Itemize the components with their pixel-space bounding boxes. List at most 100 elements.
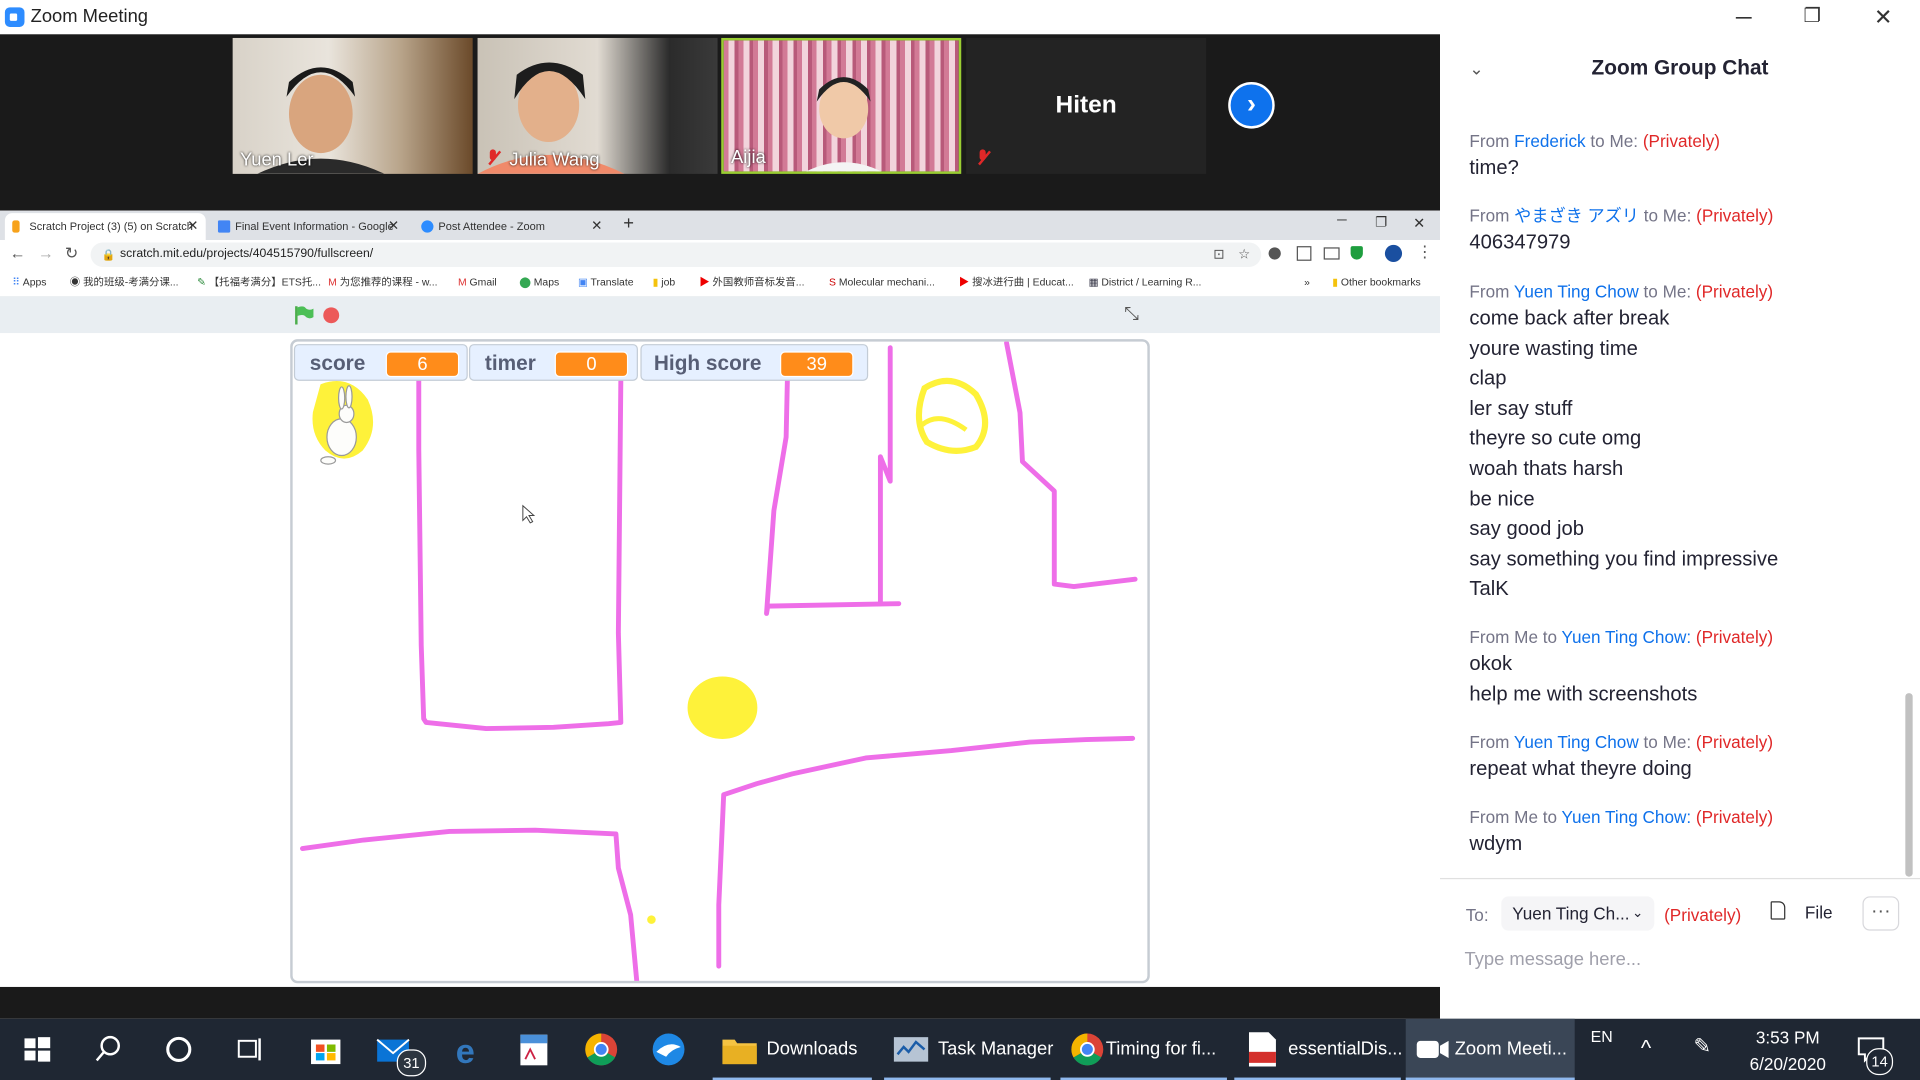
recipient-name[interactable]: Yuen Ting Chow: — [1562, 627, 1692, 647]
bookmark-item[interactable]: ✎ 【托福考满分】ETS托... — [197, 269, 321, 293]
district-icon: ▦ — [1088, 275, 1099, 288]
bird-app-icon[interactable] — [647, 1027, 691, 1071]
tab-close-icon[interactable]: ✕ — [591, 213, 602, 240]
extension-icon[interactable] — [1268, 247, 1281, 260]
back-arrow-icon[interactable]: ← — [10, 244, 26, 262]
video-tile-1[interactable]: Yuen Ler — [232, 37, 473, 174]
notifications-icon[interactable]: 14 — [1856, 1036, 1894, 1076]
extension-icon[interactable] — [1296, 246, 1312, 261]
mail-icon[interactable]: 31 — [372, 1027, 427, 1077]
tab-close-icon[interactable]: ✕ — [187, 213, 198, 240]
sender-name[interactable]: Yuen Ting Chow — [1514, 732, 1639, 752]
bookmark-label: 外国教师音标发音... — [712, 275, 805, 288]
stop-sign-icon[interactable] — [323, 307, 340, 324]
taskbar-app-chrome[interactable]: Timing for fi... — [1060, 1019, 1227, 1080]
zoom-favicon-icon — [421, 220, 434, 233]
sender-name[interactable]: Frederick — [1514, 131, 1585, 151]
message-line: ler say stuff — [1469, 397, 1573, 420]
browser-restore-icon[interactable]: ❐ — [1375, 214, 1387, 231]
file-button[interactable]: File — [1770, 901, 1833, 922]
video-tile-4[interactable]: Hiten — [966, 37, 1207, 174]
tab-close-icon[interactable]: ✕ — [388, 213, 399, 240]
bookmark-other[interactable]: ▮ Other bookmarks — [1332, 269, 1420, 293]
close-button[interactable]: ✕ — [1859, 2, 1908, 31]
minimize-button[interactable]: ─ — [1719, 2, 1768, 31]
windows-start-icon[interactable] — [15, 1027, 59, 1071]
message-line: say something you find impressive — [1469, 548, 1779, 571]
recipient-name[interactable]: Yuen Ting Chow: — [1562, 807, 1692, 827]
cortana-circle-icon[interactable] — [157, 1027, 201, 1071]
document-app-icon[interactable] — [512, 1027, 556, 1071]
bookmark-item[interactable]: ◉ 我的班级-考满分课... — [70, 269, 179, 293]
bookmark-job[interactable]: ▮ job — [653, 269, 676, 293]
profile-avatar[interactable] — [1384, 244, 1403, 263]
tab-scratch[interactable]: Scratch Project (3) (5) on Scratch ✕ — [4, 213, 206, 241]
language-indicator[interactable]: EN — [1591, 1027, 1613, 1045]
zoom-logo-icon — [4, 7, 25, 27]
bookmark-apps[interactable]: ⠿ Apps — [12, 269, 46, 293]
chat-divider — [1440, 877, 1920, 880]
reload-icon[interactable]: ↻ — [65, 244, 78, 264]
chrome-icon[interactable] — [579, 1027, 623, 1071]
show-hidden-icons-chevron-up-icon[interactable]: ^ — [1641, 1036, 1651, 1062]
message-input[interactable] — [1462, 942, 1908, 975]
bookmark-item[interactable]: S Molecular mechani... — [829, 269, 935, 293]
message-line: time? — [1469, 156, 1519, 179]
bookmark-gmail[interactable]: M Gmail — [458, 269, 497, 293]
bookmark-item[interactable]: ▦ District / Learning R... — [1089, 269, 1202, 293]
svg-text:e: e — [456, 1033, 475, 1071]
bookmark-item[interactable]: ▶ 搜冰进行曲 | Educat... — [959, 269, 1074, 293]
scratch-stage[interactable]: score 6 timer 0 High score 39 — [290, 339, 1150, 984]
forward-arrow-icon[interactable]: → — [38, 244, 54, 262]
taskbar-app-zoom[interactable]: Zoom Meeti... — [1405, 1018, 1575, 1080]
browser-minimize-icon[interactable]: ─ — [1337, 213, 1347, 228]
sender-name[interactable]: やまざき アズリ — [1514, 206, 1639, 226]
new-tab-plus-icon[interactable]: + — [623, 213, 634, 234]
store-icon[interactable] — [304, 1027, 348, 1071]
taskbar-app-downloads[interactable]: Downloads — [712, 1019, 872, 1080]
translate-icon[interactable]: ⊡ — [1213, 242, 1224, 266]
search-icon[interactable] — [86, 1027, 130, 1071]
task-view-icon[interactable] — [228, 1027, 272, 1071]
browser-close-icon[interactable]: ✕ — [1413, 214, 1425, 231]
bookmark-overflow-icon[interactable]: » — [1304, 269, 1310, 293]
muted-mic-icon — [975, 149, 990, 166]
clock[interactable]: 3:53 PM 6/20/2020 — [1745, 1027, 1831, 1074]
url-text: scratch.mit.edu/projects/404515790/fulls… — [120, 247, 374, 261]
taskbar-app-task-manager[interactable]: Task Manager — [884, 1019, 1053, 1080]
more-options-button[interactable]: ··· — [1862, 896, 1900, 931]
message-line: wdym — [1469, 832, 1523, 855]
scratch-controls: ⤡ — [0, 296, 1441, 334]
bookmark-label: Gmail — [469, 275, 497, 288]
edge-icon[interactable]: e — [443, 1027, 487, 1071]
tab-google-doc[interactable]: Final Event Information - Google ✕ — [211, 213, 407, 240]
video-tile-2[interactable]: Julia Wang — [477, 37, 718, 174]
exit-fullscreen-icon[interactable]: ⤡ — [1124, 304, 1139, 325]
menu-dots-icon[interactable]: ⋮ — [1417, 242, 1433, 262]
mail-extension-icon[interactable] — [1323, 247, 1340, 260]
tab-label: Scratch Project (3) (5) on Scratch — [29, 220, 193, 233]
map-pin-icon: ⬤ — [519, 275, 531, 288]
pen-icon[interactable]: ✎ — [1693, 1035, 1710, 1059]
chat-scrollbar[interactable] — [1905, 693, 1913, 877]
taskbar-app-label: Timing for fi... — [1105, 1038, 1217, 1060]
bookmark-translate[interactable]: ▣ Translate — [578, 269, 634, 293]
shield-extension-icon[interactable] — [1350, 246, 1363, 260]
bookmark-item[interactable]: M 为您推荐的课程 - w... — [328, 269, 437, 293]
bookmark-item[interactable]: ▶ 外国教师音标发音... — [699, 269, 804, 293]
bookmark-star-icon[interactable]: ☆ — [1238, 242, 1250, 266]
url-bar[interactable]: 🔒 scratch.mit.edu/projects/404515790/ful… — [90, 242, 1262, 267]
restore-button[interactable]: ❐ — [1788, 2, 1837, 31]
video-tile-3-active-speaker[interactable]: Aijia — [721, 37, 962, 174]
monitor-value: 6 — [385, 351, 460, 378]
taskbar-app-pdf[interactable]: essentialDis... — [1234, 1019, 1403, 1080]
tab-zoom[interactable]: Post Attendee - Zoom ✕ — [414, 213, 610, 240]
bookmark-maps[interactable]: ⬤ Maps — [519, 269, 559, 293]
chat-messages[interactable]: From Frederick to Me: (Privately) time? … — [1469, 100, 1885, 876]
recipient-select[interactable]: Yuen Ting Ch... ⌄ — [1501, 896, 1655, 931]
next-page-chevron-icon[interactable]: › — [1228, 82, 1275, 129]
bookmark-label: 为您推荐的课程 - w... — [339, 275, 438, 288]
bookmarks-bar: ⠿ Apps ◉ 我的班级-考满分课... ✎ 【托福考满分】ETS托... M… — [0, 269, 1441, 298]
sender-name[interactable]: Yuen Ting Chow — [1514, 282, 1639, 302]
green-flag-icon[interactable] — [294, 306, 314, 325]
